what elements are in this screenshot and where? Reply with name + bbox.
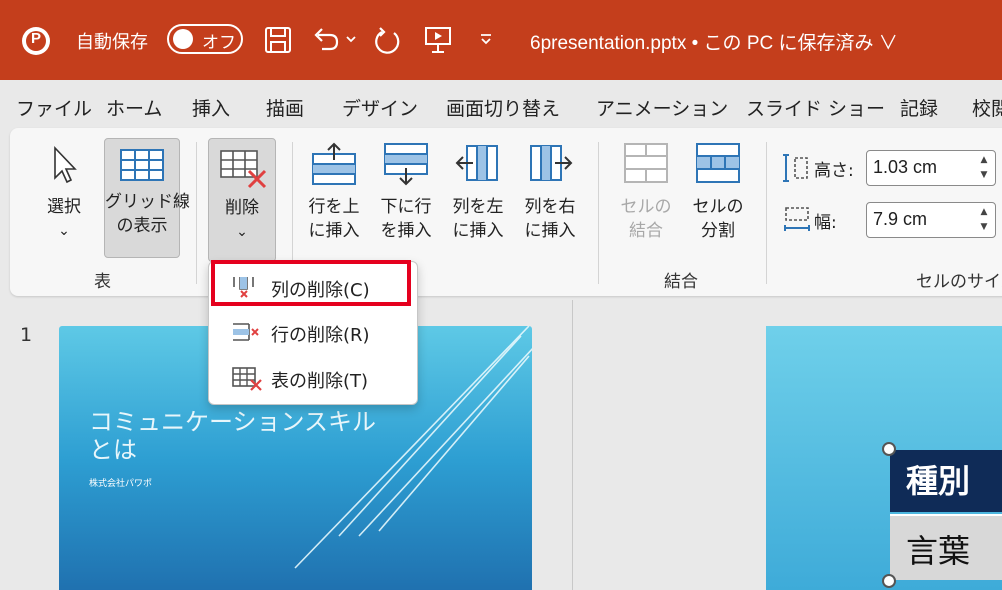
slide-number: 1 bbox=[20, 324, 33, 346]
insert-row-below-icon bbox=[384, 143, 428, 186]
insert-column-left-icon bbox=[455, 145, 498, 181]
height-spinner[interactable]: ▲ ▼ bbox=[977, 153, 991, 183]
undo-dropdown-icon[interactable] bbox=[345, 34, 357, 44]
insert-left-label-1: 列を左 bbox=[452, 197, 504, 217]
resize-handle[interactable] bbox=[882, 442, 896, 456]
height-input[interactable]: 1.03 cm ▲ ▼ bbox=[866, 150, 996, 186]
cursor-arrow-icon bbox=[54, 146, 77, 184]
autosave-label: 自動保存 bbox=[76, 32, 148, 53]
insert-below-label-1: 下に行 bbox=[380, 197, 432, 217]
delete-table-icon bbox=[232, 367, 262, 391]
insert-row-above-icon bbox=[312, 142, 356, 185]
width-value: 7.9 cm bbox=[873, 209, 928, 229]
thumbnail-title: コミュニケーションスキル とは bbox=[89, 408, 377, 464]
insert-left-label-2: に挿入 bbox=[452, 221, 504, 241]
insert-above-button[interactable]: 行を上 に挿入 bbox=[302, 140, 366, 260]
chevron-down-icon: ⌄ bbox=[236, 224, 248, 240]
split-cells-label-2: 分割 bbox=[701, 221, 735, 241]
height-value: 1.03 cm bbox=[873, 157, 938, 177]
present-from-beginning-icon[interactable] bbox=[422, 24, 454, 56]
insert-right-label-1: 列を右 bbox=[524, 197, 576, 217]
group-label-merge: 結合 bbox=[664, 272, 698, 292]
ribbon-tabs: ファイル ホーム 挿入 描画 デザイン 画面切り替え アニメーション スライド … bbox=[0, 80, 1002, 128]
delete-label: 削除 bbox=[225, 198, 259, 218]
table-cell[interactable]: 言葉 bbox=[890, 514, 1002, 580]
group-label-table: 表 bbox=[94, 272, 111, 292]
row-height-icon bbox=[783, 154, 808, 182]
menu-item-delete-table[interactable]: 表の削除(T) bbox=[209, 356, 417, 400]
delete-table-label: 表の削除(T) bbox=[271, 371, 369, 392]
split-cells-icon bbox=[696, 143, 740, 183]
insert-right-label-2: に挿入 bbox=[524, 221, 576, 241]
column-width-icon bbox=[784, 207, 810, 231]
delete-rows-icon bbox=[233, 323, 259, 341]
tab-review[interactable]: 校閲 bbox=[972, 94, 1002, 121]
menu-item-delete-rows[interactable]: 行の削除(R) bbox=[209, 310, 417, 354]
tab-slideshow[interactable]: スライド ショー bbox=[746, 94, 885, 121]
toggle-knob bbox=[173, 29, 193, 49]
tab-record[interactable]: 記録 bbox=[900, 94, 938, 121]
file-title[interactable]: 6presentation.pptx • この PC に保存済み ∨ bbox=[530, 28, 898, 55]
select-label: 選択 bbox=[47, 197, 81, 217]
height-label: 高さ: bbox=[814, 161, 854, 181]
select-button[interactable]: 選択 ⌄ bbox=[36, 144, 92, 252]
split-cells-button[interactable]: セルの 分割 bbox=[686, 140, 750, 260]
separator bbox=[766, 142, 767, 284]
tab-animations[interactable]: アニメーション bbox=[596, 94, 728, 121]
insert-column-right-icon bbox=[530, 145, 573, 181]
tab-insert[interactable]: 挿入 bbox=[192, 94, 230, 121]
gridlines-icon bbox=[120, 149, 164, 181]
gridlines-label-2: の表示 bbox=[116, 216, 168, 236]
split-cells-label-1: セルの bbox=[692, 197, 744, 217]
insert-left-button[interactable]: 列を左 に挿入 bbox=[446, 140, 510, 260]
tab-home[interactable]: ホーム bbox=[106, 94, 162, 121]
separator bbox=[598, 142, 599, 284]
width-spinner[interactable]: ▲ ▼ bbox=[977, 205, 991, 235]
view-gridlines-button[interactable]: グリッド線 の表示 bbox=[104, 138, 190, 258]
insert-above-label-1: 行を上 bbox=[308, 197, 360, 217]
customize-toolbar-icon[interactable] bbox=[478, 32, 494, 46]
delete-button[interactable]: 削除 ⌄ bbox=[208, 138, 276, 262]
autosave-toggle[interactable]: オフ bbox=[167, 24, 243, 54]
width-label: 幅: bbox=[814, 213, 837, 233]
tab-draw[interactable]: 描画 bbox=[266, 94, 304, 121]
width-input[interactable]: 7.9 cm ▲ ▼ bbox=[866, 202, 996, 238]
merge-cells-label-1: セルの bbox=[620, 197, 672, 217]
powerpoint-logo-icon: P bbox=[22, 27, 50, 55]
tab-transitions[interactable]: 画面切り替え bbox=[446, 94, 560, 121]
title-bar: P 自動保存 オフ 6presentation.pptx • この PC に保存… bbox=[0, 0, 1002, 80]
resize-handle[interactable] bbox=[882, 574, 896, 588]
tab-file[interactable]: ファイル bbox=[16, 94, 92, 121]
redo-icon[interactable] bbox=[372, 25, 404, 57]
delete-table-element-icon bbox=[220, 150, 267, 189]
pane-divider[interactable] bbox=[572, 300, 573, 590]
separator bbox=[196, 142, 197, 284]
chevron-down-icon: ⌄ bbox=[58, 223, 70, 239]
tab-design[interactable]: デザイン bbox=[342, 94, 418, 121]
undo-icon[interactable] bbox=[310, 25, 340, 55]
thumbnail-subtitle: 株式会社パワポ bbox=[89, 479, 153, 489]
insert-below-button[interactable]: 下に行 を挿入 bbox=[374, 140, 438, 260]
insert-right-button[interactable]: 列を右 に挿入 bbox=[518, 140, 582, 260]
group-label-cellsize: セルのサイズ bbox=[916, 272, 1002, 292]
ribbon: 選択 ⌄ グリッド線 の表示 表 削除 ⌄ 行を上 に挿入 下に行 を挿入 列を… bbox=[10, 128, 1002, 296]
merge-cells-button[interactable]: セルの 結合 bbox=[614, 140, 678, 260]
highlight-annotation bbox=[211, 260, 411, 306]
merge-cells-icon bbox=[624, 143, 668, 183]
toggle-state: オフ bbox=[202, 33, 236, 53]
delete-rows-label: 行の削除(R) bbox=[271, 325, 370, 346]
gridlines-label-1: グリッド線 bbox=[105, 192, 190, 212]
insert-below-label-2: を挿入 bbox=[380, 221, 432, 241]
insert-above-label-2: に挿入 bbox=[308, 221, 360, 241]
merge-cells-label-2: 結合 bbox=[629, 221, 663, 241]
table-header-cell[interactable]: 種別 bbox=[890, 450, 1002, 512]
save-icon[interactable] bbox=[263, 25, 293, 55]
